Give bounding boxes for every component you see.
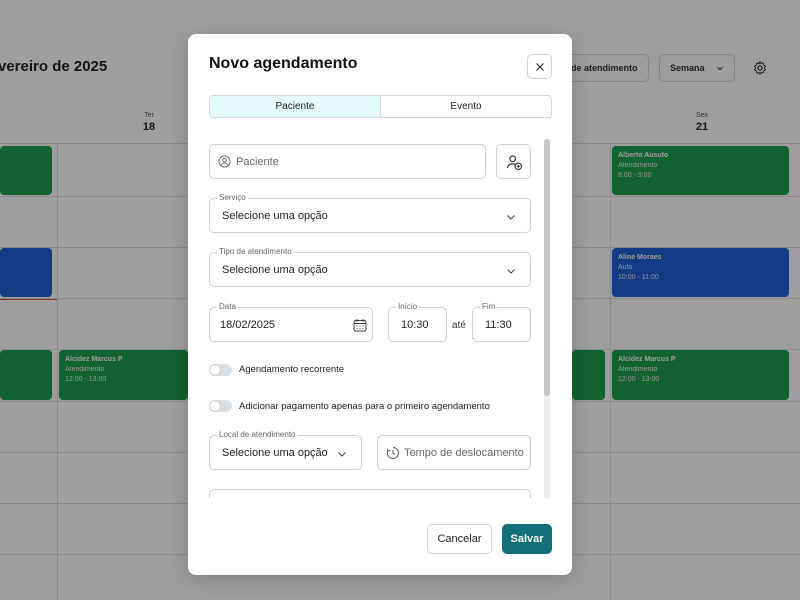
recurring-label: Agendamento recorrente <box>239 364 345 375</box>
location-value: Selecione uma opção <box>222 447 328 459</box>
attendance-type-value: Selecione uma opção <box>222 264 328 276</box>
user-icon <box>218 155 231 168</box>
close-icon <box>535 62 544 71</box>
attendance-type-select[interactable]: Tipo de atendimento Selecione uma opção <box>209 247 531 287</box>
travel-time-placeholder: Tempo de deslocamento <box>404 447 524 459</box>
start-time-label: Início <box>396 302 420 311</box>
service-label: Serviço <box>217 193 248 202</box>
until-text: até <box>452 320 466 331</box>
scrollbar-thumb[interactable] <box>544 139 550 396</box>
payment-label: Adicionar pagamento apenas para o primei… <box>239 401 490 412</box>
date-label: Data <box>217 302 238 311</box>
timer-icon <box>386 447 399 459</box>
location-label: Local de atendimento <box>217 430 298 439</box>
location-select[interactable]: Local de atendimento Selecione uma opção <box>209 430 362 470</box>
additional-field[interactable] <box>209 489 531 498</box>
recurring-toggle[interactable] <box>209 364 232 376</box>
service-select[interactable]: Serviço Selecione uma opção <box>209 193 531 233</box>
close-button[interactable] <box>527 54 552 79</box>
start-time-field[interactable]: Início 10:30 <box>388 302 447 342</box>
date-value: 18/02/2025 <box>220 319 276 331</box>
toggle-knob <box>210 365 220 375</box>
tab-event[interactable]: Evento <box>381 96 551 117</box>
calendar-icon[interactable] <box>353 318 367 332</box>
dialog-title: Novo agendamento <box>209 55 358 72</box>
scrollbar[interactable] <box>544 139 550 499</box>
start-time-value: 10:30 <box>401 319 429 331</box>
cancel-button[interactable]: Cancelar <box>427 524 492 554</box>
add-user-icon <box>506 155 523 171</box>
patient-placeholder: Paciente <box>236 156 279 168</box>
save-button[interactable]: Salvar <box>502 524 552 554</box>
chevron-down-icon <box>507 269 515 274</box>
add-patient-button[interactable] <box>496 144 531 179</box>
patient-input[interactable]: Paciente <box>209 144 486 179</box>
end-time-value: 11:30 <box>485 319 512 331</box>
toggle-knob <box>210 401 220 411</box>
service-value: Selecione uma opção <box>222 210 328 222</box>
new-appointment-dialog: Novo agendamento Paciente Evento Pacient… <box>188 34 572 575</box>
end-time-label: Fim <box>480 302 498 311</box>
travel-time-input[interactable]: Tempo de deslocamento <box>377 435 531 470</box>
date-field[interactable]: Data 18/02/2025 <box>209 302 373 342</box>
tab-patient[interactable]: Paciente <box>210 96 381 117</box>
attendance-type-label: Tipo de atendimento <box>217 247 294 256</box>
payment-toggle[interactable] <box>209 400 232 412</box>
chevron-down-icon <box>338 452 346 457</box>
appointment-type-tabs: Paciente Evento <box>209 95 552 118</box>
chevron-down-icon <box>507 215 515 220</box>
end-time-field[interactable]: Fim 11:30 <box>472 302 531 342</box>
